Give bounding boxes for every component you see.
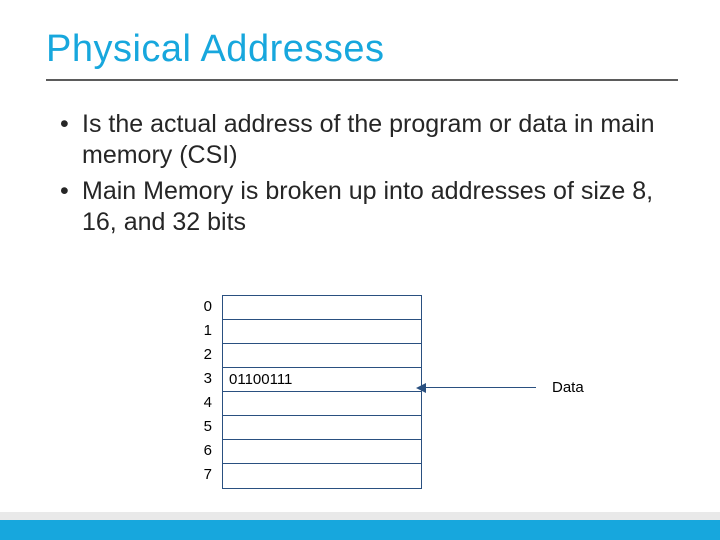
memory-cell — [223, 344, 421, 368]
address-label: 2 — [198, 343, 216, 367]
address-label: 1 — [198, 319, 216, 343]
footer-divider — [0, 512, 720, 520]
address-label: 3 — [198, 367, 216, 391]
bullet-list: Is the actual address of the program or … — [0, 81, 720, 238]
address-label: 4 — [198, 391, 216, 415]
arrow-left-icon — [416, 383, 426, 393]
memory-cell: 01100111 — [223, 368, 421, 392]
arrow-line — [426, 387, 536, 389]
memory-table: 01100111 — [222, 295, 422, 489]
address-label: 5 — [198, 415, 216, 439]
address-label: 0 — [198, 295, 216, 319]
address-label: 7 — [198, 463, 216, 487]
slide-title: Physical Addresses — [0, 0, 720, 79]
memory-cell — [223, 416, 421, 440]
data-pointer: Data — [426, 379, 584, 396]
memory-cell — [223, 440, 421, 464]
bullet-item: Main Memory is broken up into addresses … — [60, 176, 660, 239]
bullet-item: Is the actual address of the program or … — [60, 109, 660, 172]
memory-cell — [223, 464, 421, 488]
memory-cell — [223, 320, 421, 344]
footer-bar — [0, 520, 720, 540]
memory-cell — [223, 392, 421, 416]
memory-cell — [223, 296, 421, 320]
data-label: Data — [552, 379, 584, 396]
memory-diagram: 0 1 2 3 4 5 6 7 01100111 — [198, 295, 422, 489]
address-label: 6 — [198, 439, 216, 463]
address-column: 0 1 2 3 4 5 6 7 — [198, 295, 216, 487]
